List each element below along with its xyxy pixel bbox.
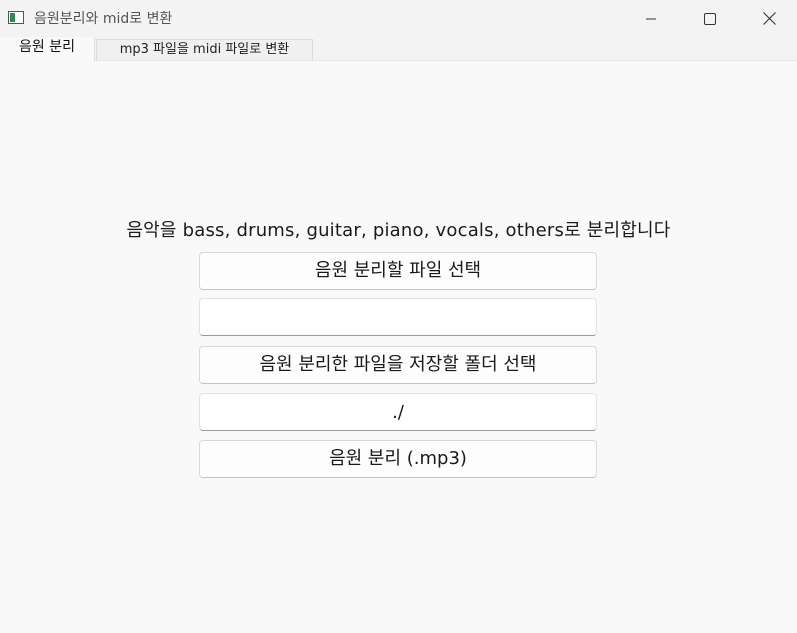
selected-file-field[interactable] [199, 298, 597, 336]
app-window: 음원분리와 mid로 변환 음원 분리 mp3 파일을 midi 파일로 변환 … [0, 0, 797, 633]
tab-mp3-to-midi[interactable]: mp3 파일을 midi 파일로 변환 [96, 39, 313, 60]
title-bar[interactable]: 음원분리와 mid로 변환 [0, 0, 797, 37]
description-label: 음악을 bass, drums, guitar, piano, vocals, … [126, 220, 671, 241]
close-button[interactable] [740, 0, 797, 37]
window-title: 음원분리와 mid로 변환 [34, 11, 173, 27]
minimize-button[interactable] [622, 0, 680, 37]
app-window-icon [8, 11, 24, 24]
output-folder-field[interactable] [199, 393, 597, 431]
close-icon [762, 12, 776, 25]
tab-source-separation[interactable]: 음원 분리 [0, 37, 95, 61]
maximize-icon [704, 12, 716, 25]
separate-button[interactable]: 음원 분리 (.mp3) [199, 440, 597, 478]
select-file-button[interactable]: 음원 분리할 파일 선택 [199, 252, 597, 290]
minimize-icon [646, 18, 656, 19]
tab-bar: 음원 분리 mp3 파일을 midi 파일로 변환 [0, 37, 797, 61]
maximize-button[interactable] [681, 0, 739, 37]
select-folder-button[interactable]: 음원 분리한 파일을 저장할 폴더 선택 [199, 346, 597, 384]
